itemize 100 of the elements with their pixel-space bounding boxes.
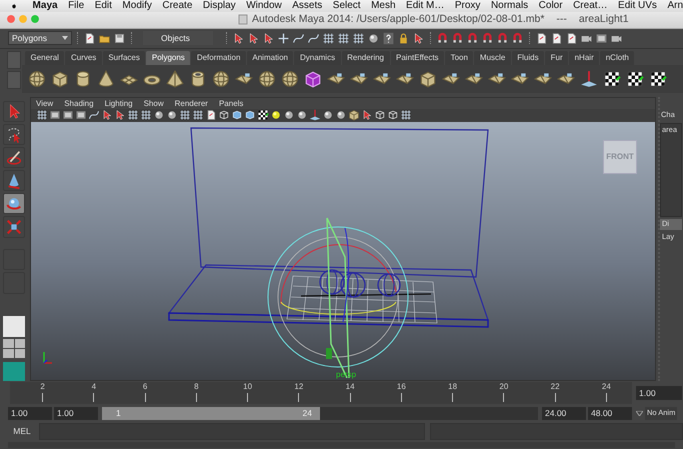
selection-mode-dropdown[interactable]: Objects: [143, 31, 213, 46]
sphere-icon[interactable]: [153, 109, 165, 122]
menu-item[interactable]: Edit M…: [406, 0, 444, 12]
shelf-tab[interactable]: Fur: [545, 51, 568, 66]
checker-icon[interactable]: [626, 70, 644, 88]
document-icon[interactable]: [205, 109, 217, 122]
menu-item[interactable]: Select: [332, 0, 361, 12]
grid-icon[interactable]: [192, 109, 204, 122]
menu-item[interactable]: Edit UVs: [618, 0, 657, 12]
dropdown-icon[interactable]: [636, 410, 643, 416]
magnet-icon[interactable]: [496, 32, 509, 45]
apple-icon[interactable]: [12, 1, 16, 11]
rotate-tool-icon[interactable]: [3, 193, 25, 214]
sphere-icon[interactable]: [212, 70, 230, 88]
cube-icon[interactable]: [231, 109, 243, 122]
menu-item[interactable]: Window: [246, 0, 282, 12]
playback-end-field[interactable]: 24.00: [542, 406, 586, 420]
shelf-tab[interactable]: Muscle: [474, 51, 511, 66]
shelf-tab[interactable]: PaintEffects: [390, 51, 444, 66]
document-icon[interactable]: [83, 32, 96, 45]
document-icon[interactable]: [565, 32, 578, 45]
light-icon[interactable]: [309, 109, 321, 122]
film-icon[interactable]: [49, 109, 61, 122]
menu-item[interactable]: File: [68, 0, 84, 12]
document-icon[interactable]: [550, 32, 563, 45]
panel-menu-item[interactable]: View: [36, 98, 54, 109]
magnet-icon[interactable]: [481, 32, 494, 45]
maya-logo-icon[interactable]: [3, 362, 25, 381]
panel-menu-item[interactable]: Renderer: [174, 98, 208, 109]
cube-icon[interactable]: [348, 109, 360, 122]
menu-item[interactable]: Create: [162, 0, 192, 12]
grid-icon[interactable]: [352, 32, 365, 45]
pipe-icon[interactable]: [189, 70, 207, 88]
checker-icon[interactable]: [257, 109, 269, 122]
command-language-label[interactable]: MEL: [8, 426, 36, 436]
cube-icon[interactable]: [304, 70, 322, 88]
grid-icon[interactable]: [127, 109, 139, 122]
move-tool-icon[interactable]: [3, 170, 25, 192]
menu-item[interactable]: Color: [538, 0, 563, 12]
menu-item[interactable]: Assets: [292, 0, 322, 12]
cursor-icon[interactable]: [412, 32, 425, 45]
pyramid-icon[interactable]: [166, 70, 184, 88]
shelf-tab[interactable]: Rendering: [342, 51, 390, 66]
cube-icon[interactable]: [419, 70, 437, 88]
magnet-icon[interactable]: [466, 32, 479, 45]
menu-set-dropdown[interactable]: Polygons: [8, 31, 72, 46]
panel-menu-item[interactable]: Show: [144, 98, 164, 109]
save-icon[interactable]: [113, 32, 126, 45]
film-icon[interactable]: [75, 109, 87, 122]
cursor-icon[interactable]: [114, 109, 126, 122]
film-icon[interactable]: [62, 109, 74, 122]
cone-icon[interactable]: [97, 70, 115, 88]
panel-menu-item[interactable]: Lighting: [104, 98, 133, 109]
shelf-tab[interactable]: Fluids: [512, 51, 544, 66]
shelf-tab[interactable]: Toon: [445, 51, 474, 66]
shelf-tab[interactable]: Curves: [65, 51, 102, 66]
sphere-icon[interactable]: [322, 109, 334, 122]
curve-icon[interactable]: [307, 32, 320, 45]
shelf-tab[interactable]: Polygons: [146, 51, 190, 66]
shelf-tab[interactable]: Animation: [246, 51, 294, 66]
sphere-icon[interactable]: [335, 109, 347, 122]
document-icon[interactable]: [535, 32, 548, 45]
curve-icon[interactable]: [292, 32, 305, 45]
menu-item[interactable]: Maya: [32, 0, 58, 12]
film-icon[interactable]: [595, 32, 608, 45]
curve-icon[interactable]: [88, 109, 100, 122]
checker-icon[interactable]: [603, 70, 621, 88]
shelf-tab[interactable]: Dynamics: [294, 51, 341, 66]
help-icon[interactable]: [382, 32, 395, 45]
grid-icon[interactable]: [140, 109, 152, 122]
checker-icon[interactable]: [649, 70, 667, 88]
panel-menu-item[interactable]: Panels: [218, 98, 244, 109]
magnet-icon[interactable]: [451, 32, 464, 45]
menu-item[interactable]: Mesh: [371, 0, 396, 12]
sphere-icon[interactable]: [296, 109, 308, 122]
sphere-icon[interactable]: [166, 109, 178, 122]
magnet-icon[interactable]: [511, 32, 524, 45]
shelf-tab[interactable]: nCloth: [600, 51, 634, 66]
sphere-icon[interactable]: [283, 109, 295, 122]
cylinder-icon[interactable]: [74, 70, 92, 88]
current-time-field[interactable]: 1.00: [636, 386, 682, 400]
layout-button[interactable]: [3, 316, 25, 337]
layout-button[interactable]: [3, 338, 25, 358]
cursor-icon[interactable]: [232, 32, 245, 45]
menu-item[interactable]: Edit: [94, 0, 112, 12]
cursor-icon[interactable]: [361, 109, 373, 122]
menu-item[interactable]: Normals: [490, 0, 528, 12]
magnet-icon[interactable]: [436, 32, 449, 45]
grid-icon[interactable]: [400, 109, 412, 122]
sphere-icon[interactable]: [270, 109, 282, 122]
menu-item[interactable]: Display: [202, 0, 236, 12]
grid-icon[interactable]: [322, 32, 335, 45]
shelf-tab[interactable]: nHair: [569, 51, 600, 66]
lasso-icon[interactable]: [3, 124, 25, 146]
cube-icon[interactable]: [244, 109, 256, 122]
start-time-field[interactable]: 1.00: [8, 406, 52, 420]
move-axes-icon[interactable]: [277, 32, 290, 45]
sphere-icon[interactable]: [367, 32, 380, 45]
grid-icon[interactable]: [179, 109, 191, 122]
end-time-field[interactable]: 48.00: [588, 406, 632, 420]
